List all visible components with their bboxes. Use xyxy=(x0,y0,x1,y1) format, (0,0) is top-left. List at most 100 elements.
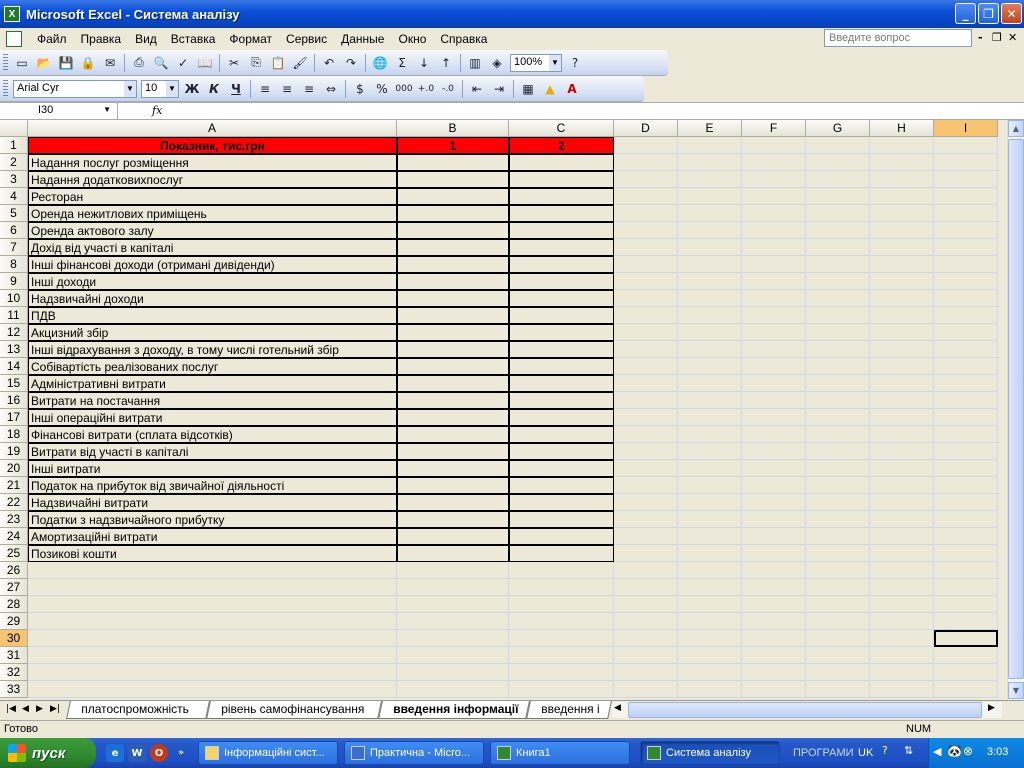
vertical-scroll-thumb[interactable] xyxy=(1008,139,1024,679)
empty-cell[interactable] xyxy=(742,562,806,579)
empty-cell[interactable] xyxy=(934,154,998,171)
value-cell[interactable] xyxy=(397,256,509,273)
undo-icon[interactable]: ↶ xyxy=(318,52,340,74)
empty-cell[interactable] xyxy=(934,647,998,664)
empty-cell[interactable] xyxy=(870,137,934,154)
empty-cell[interactable] xyxy=(806,154,870,171)
indicator-label-cell[interactable]: Витрати на постачання xyxy=(28,392,397,409)
empty-cell[interactable] xyxy=(934,460,998,477)
empty-cell[interactable] xyxy=(870,477,934,494)
empty-cell[interactable] xyxy=(806,443,870,460)
empty-cell[interactable] xyxy=(806,460,870,477)
empty-cell[interactable] xyxy=(934,409,998,426)
empty-cell[interactable] xyxy=(870,273,934,290)
help-tray-icon[interactable]: ? xyxy=(882,744,888,757)
empty-cell[interactable] xyxy=(806,239,870,256)
empty-cell[interactable] xyxy=(806,307,870,324)
empty-cell[interactable] xyxy=(614,273,678,290)
empty-cell[interactable] xyxy=(934,579,998,596)
indicator-label-cell[interactable]: Дохід від участі в капіталі xyxy=(28,239,397,256)
start-button[interactable]: пуск xyxy=(0,738,96,768)
empty-cell[interactable] xyxy=(870,171,934,188)
empty-cell[interactable] xyxy=(934,545,998,562)
opera-icon[interactable]: O xyxy=(150,744,168,762)
empty-cell[interactable] xyxy=(28,647,397,664)
sort-descending-icon[interactable]: ↑ xyxy=(435,52,457,74)
empty-cell[interactable] xyxy=(870,358,934,375)
empty-cell[interactable] xyxy=(934,562,998,579)
row-header[interactable]: 31 xyxy=(0,647,28,664)
empty-cell[interactable] xyxy=(678,154,742,171)
empty-cell[interactable] xyxy=(934,222,998,239)
empty-cell[interactable] xyxy=(806,477,870,494)
column-header-d[interactable]: D xyxy=(614,120,678,137)
empty-cell[interactable] xyxy=(742,392,806,409)
indicator-label-cell[interactable]: Амортизаційні витрати xyxy=(28,528,397,545)
empty-cell[interactable] xyxy=(934,239,998,256)
empty-cell[interactable] xyxy=(934,443,998,460)
menu-view[interactable]: Вид xyxy=(128,32,164,46)
empty-cell[interactable] xyxy=(614,630,678,647)
empty-cell[interactable] xyxy=(870,341,934,358)
empty-cell[interactable] xyxy=(28,664,397,681)
task-knyha1[interactable]: Книга1 xyxy=(490,741,630,765)
empty-cell[interactable] xyxy=(870,239,934,256)
tab-vvedennya-i[interactable]: введення і xyxy=(526,701,612,719)
empty-cell[interactable] xyxy=(870,545,934,562)
empty-cell[interactable] xyxy=(614,545,678,562)
empty-cell[interactable] xyxy=(934,494,998,511)
indicator-label-cell[interactable]: Фінансові витрати (сплата відсотків) xyxy=(28,426,397,443)
indicator-label-cell[interactable]: Акцизний збір xyxy=(28,324,397,341)
open-icon[interactable]: 📂 xyxy=(33,52,55,74)
empty-cell[interactable] xyxy=(742,239,806,256)
empty-cell[interactable] xyxy=(614,477,678,494)
save-icon[interactable]: 💾 xyxy=(55,52,77,74)
header-label-cell[interactable]: Показник, тис.грн xyxy=(28,137,397,154)
row-header[interactable]: 19 xyxy=(0,443,28,460)
value-cell[interactable] xyxy=(509,460,614,477)
email-icon[interactable]: ✉ xyxy=(99,52,121,74)
empty-cell[interactable] xyxy=(678,409,742,426)
value-cell[interactable] xyxy=(509,171,614,188)
empty-cell[interactable] xyxy=(742,477,806,494)
indicator-label-cell[interactable]: Адміністративні витрати xyxy=(28,375,397,392)
value-cell[interactable] xyxy=(509,545,614,562)
indicator-label-cell[interactable]: Ресторан xyxy=(28,188,397,205)
empty-cell[interactable] xyxy=(870,681,934,698)
value-cell[interactable] xyxy=(509,511,614,528)
paste-icon[interactable]: 📋 xyxy=(267,52,289,74)
column-header-b[interactable]: B xyxy=(397,120,509,137)
language-indicator[interactable]: UK xyxy=(858,747,873,759)
empty-cell[interactable] xyxy=(678,596,742,613)
empty-cell[interactable] xyxy=(870,392,934,409)
row-header[interactable]: 18 xyxy=(0,426,28,443)
format-painter-icon[interactable]: 🖌 xyxy=(289,52,311,74)
empty-cell[interactable] xyxy=(742,137,806,154)
ie-icon[interactable]: e xyxy=(106,744,124,762)
empty-cell[interactable] xyxy=(934,664,998,681)
row-header[interactable]: 5 xyxy=(0,205,28,222)
empty-cell[interactable] xyxy=(934,188,998,205)
name-box[interactable]: I30 ▼ xyxy=(0,103,118,120)
empty-cell[interactable] xyxy=(806,392,870,409)
empty-cell[interactable] xyxy=(678,545,742,562)
excel-app-icon[interactable]: X xyxy=(4,6,20,22)
empty-cell[interactable] xyxy=(397,681,509,698)
empty-cell[interactable] xyxy=(870,460,934,477)
empty-cell[interactable] xyxy=(678,239,742,256)
value-cell[interactable] xyxy=(509,443,614,460)
indicator-label-cell[interactable]: Позикові кошти xyxy=(28,545,397,562)
empty-cell[interactable] xyxy=(870,562,934,579)
row-header[interactable]: 16 xyxy=(0,392,28,409)
word-icon[interactable]: W xyxy=(128,744,146,762)
empty-cell[interactable] xyxy=(678,188,742,205)
value-cell[interactable] xyxy=(397,494,509,511)
column-header-e[interactable]: E xyxy=(678,120,742,137)
font-name-select[interactable]: Arial Cyr ▼ xyxy=(13,79,137,98)
row-header[interactable]: 32 xyxy=(0,664,28,681)
empty-cell[interactable] xyxy=(614,664,678,681)
value-cell[interactable] xyxy=(509,409,614,426)
empty-cell[interactable] xyxy=(742,222,806,239)
row-header[interactable]: 1 xyxy=(0,137,28,154)
task-praktychna[interactable]: Практична - Micro... xyxy=(344,741,484,765)
